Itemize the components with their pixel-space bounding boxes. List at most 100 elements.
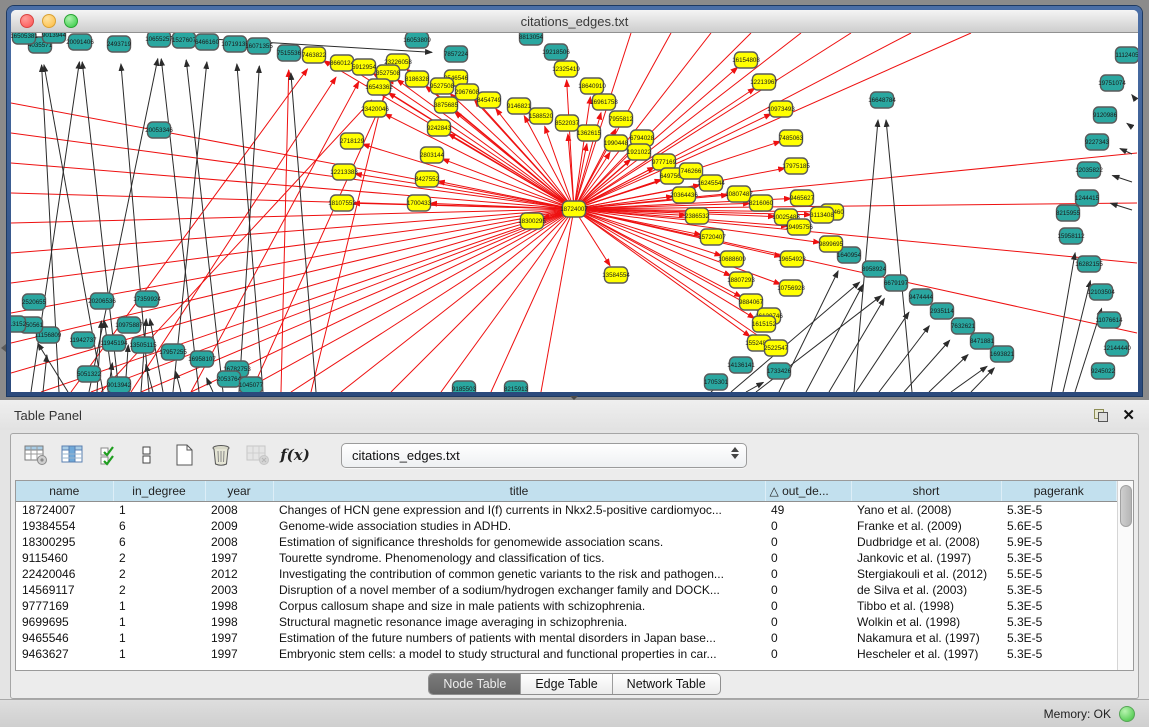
- table-cell[interactable]: 1997: [205, 646, 273, 662]
- graph-edge[interactable]: [1120, 149, 1132, 154]
- column-header-pagerank[interactable]: pagerank: [1001, 481, 1117, 502]
- row-height-icon[interactable]: [134, 442, 160, 468]
- table-cell[interactable]: 5.9E-5: [1001, 534, 1117, 550]
- collapsed-panel-handle-icon[interactable]: [1, 344, 6, 352]
- table-cell[interactable]: 1998: [205, 614, 273, 630]
- function-builder-icon[interactable]: f(x): [282, 442, 308, 468]
- graph-edge[interactable]: [1127, 123, 1132, 127]
- table-cell[interactable]: 0: [765, 614, 851, 630]
- table-cell[interactable]: Dudbridge et al. (2008): [851, 534, 1001, 550]
- table-cell[interactable]: 5.3E-5: [1001, 630, 1117, 646]
- graph-edge[interactable]: [441, 209, 574, 392]
- table-cell[interactable]: Yano et al. (2008): [851, 502, 1001, 519]
- memory-status-icon[interactable]: [1119, 706, 1135, 722]
- table-cell[interactable]: Nakamura et al. (1997): [851, 630, 1001, 646]
- network-graph-svg[interactable]: 4035571200914062493719106552571527607646…: [11, 33, 1138, 392]
- graph-edge[interactable]: [746, 382, 763, 392]
- table-cell[interactable]: 0: [765, 518, 851, 534]
- table-cell[interactable]: 1998: [205, 598, 273, 614]
- table-cell[interactable]: 2008: [205, 534, 273, 550]
- graph-edge[interactable]: [173, 62, 207, 392]
- node-table[interactable]: namein_degreeyeartitle△ out_de...shortpa…: [16, 481, 1117, 662]
- table-cell[interactable]: Structural magnetic resonance image aver…: [273, 614, 765, 630]
- table-cell[interactable]: 0: [765, 566, 851, 582]
- table-cell[interactable]: 22420046: [16, 566, 113, 582]
- table-cell[interactable]: 1: [113, 614, 205, 630]
- window-titlebar[interactable]: citations_edges.txt: [11, 10, 1138, 33]
- table-cell[interactable]: 2009: [205, 518, 273, 534]
- graph-edge[interactable]: [491, 209, 574, 392]
- graph-edge[interactable]: [91, 209, 574, 392]
- table-cell[interactable]: 9115460: [16, 550, 113, 566]
- table-row[interactable]: 911546021997Tourette syndrome. Phenomeno…: [16, 550, 1117, 566]
- table-cell[interactable]: Tourette syndrome. Phenomenology and cla…: [273, 550, 765, 566]
- network-canvas[interactable]: 4035571200914062493719106552571527607646…: [11, 33, 1138, 392]
- graph-edge[interactable]: [1112, 175, 1132, 182]
- column-header-title[interactable]: title: [273, 481, 765, 502]
- table-cell[interactable]: 2: [113, 550, 205, 566]
- graph-edge[interactable]: [574, 97, 590, 209]
- table-cell[interactable]: 5.5E-5: [1001, 566, 1117, 582]
- select-all-icon[interactable]: [97, 442, 123, 468]
- table-cell[interactable]: 0: [765, 534, 851, 550]
- table-row[interactable]: 946554611997Estimation of the future num…: [16, 630, 1117, 646]
- graph-edge[interactable]: [567, 80, 574, 209]
- table-cell[interactable]: Estimation of the future numbers of pati…: [273, 630, 765, 646]
- table-row[interactable]: 1938455462009Genome-wide association stu…: [16, 518, 1117, 534]
- table-cell[interactable]: 2003: [205, 582, 273, 598]
- graph-edge[interactable]: [391, 209, 574, 392]
- table-cell[interactable]: 0: [765, 646, 851, 662]
- table-cell[interactable]: 2008: [205, 502, 273, 519]
- delete-table-icon[interactable]: [208, 442, 234, 468]
- graph-edge[interactable]: [904, 340, 950, 392]
- table-row[interactable]: 1456911722003Disruption of a novel membe…: [16, 582, 1117, 598]
- table-cell[interactable]: 2: [113, 582, 205, 598]
- table-cell[interactable]: 19384554: [16, 518, 113, 534]
- tab-node-table[interactable]: Node Table: [429, 674, 521, 694]
- table-cell[interactable]: 1997: [205, 630, 273, 646]
- table-cell[interactable]: de Silva et al. (2003): [851, 582, 1001, 598]
- graph-edge[interactable]: [241, 209, 574, 392]
- graph-edge[interactable]: [237, 64, 263, 392]
- table-header-row[interactable]: namein_degreeyeartitle△ out_de...shortpa…: [16, 481, 1117, 502]
- table-cell[interactable]: Jankovic et al. (1997): [851, 550, 1001, 566]
- graph-edge[interactable]: [207, 378, 213, 392]
- float-panel-icon[interactable]: [1094, 409, 1108, 422]
- table-row[interactable]: 1830029562008Estimation of significance …: [16, 534, 1117, 550]
- table-row[interactable]: 969969511998Structural magnetic resonanc…: [16, 614, 1117, 630]
- table-cell[interactable]: Changes of HCN gene expression and I(f) …: [273, 502, 765, 519]
- table-cell[interactable]: 5.6E-5: [1001, 518, 1117, 534]
- graph-edge[interactable]: [879, 326, 929, 392]
- table-row[interactable]: 977716911998Corpus callosum shape and si…: [16, 598, 1117, 614]
- graph-edge[interactable]: [1110, 203, 1132, 210]
- table-cell[interactable]: Investigating the contribution of common…: [273, 566, 765, 582]
- table-cell[interactable]: 9699695: [16, 614, 113, 630]
- graph-edge[interactable]: [186, 60, 223, 392]
- table-cell[interactable]: 1: [113, 646, 205, 662]
- table-cell[interactable]: 1997: [205, 550, 273, 566]
- table-cell[interactable]: 1: [113, 502, 205, 519]
- table-cell[interactable]: Wolkin et al. (1998): [851, 614, 1001, 630]
- graph-edge[interactable]: [856, 312, 909, 392]
- new-table-icon[interactable]: [171, 442, 197, 468]
- table-cell[interactable]: Tibbo et al. (1998): [851, 598, 1001, 614]
- table-cell[interactable]: 2012: [205, 566, 273, 582]
- graph-edge[interactable]: [574, 33, 971, 209]
- table-cell[interactable]: Hescheler et al. (1997): [851, 646, 1001, 662]
- table-panel-titlebar[interactable]: Table Panel ✕: [0, 400, 1149, 430]
- table-row[interactable]: 2242004622012Investigating the contribut…: [16, 566, 1117, 582]
- table-cell[interactable]: 5.3E-5: [1001, 582, 1117, 598]
- table-cell[interactable]: 9463627: [16, 646, 113, 662]
- table-cell[interactable]: 2: [113, 566, 205, 582]
- column-header-name[interactable]: name: [16, 481, 113, 502]
- table-source-dropdown[interactable]: citations_edges.txt: [341, 443, 747, 468]
- graph-edge[interactable]: [448, 134, 574, 209]
- graph-edge[interactable]: [951, 366, 987, 392]
- graph-edge[interactable]: [574, 209, 1137, 333]
- table-cell[interactable]: 0: [765, 630, 851, 646]
- graph-edge[interactable]: [11, 209, 574, 343]
- graph-edge[interactable]: [43, 355, 47, 392]
- column-header-short[interactable]: short: [851, 481, 1001, 502]
- graph-edge[interactable]: [829, 298, 884, 392]
- table-cell[interactable]: 1: [113, 630, 205, 646]
